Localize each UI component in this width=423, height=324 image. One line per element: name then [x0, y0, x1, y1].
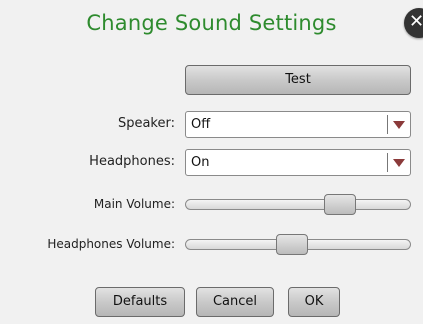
chevron-down-icon	[393, 121, 405, 129]
headphones-volume-label: Headphones Volume:	[47, 237, 175, 251]
defaults-button[interactable]: Defaults	[95, 287, 185, 317]
headphones-volume-slider-handle[interactable]	[276, 234, 308, 255]
close-icon: ✕	[409, 11, 423, 32]
sound-settings-dialog: Change Sound Settings ✕ Test Speaker: Of…	[0, 0, 423, 324]
main-volume-slider[interactable]	[185, 194, 411, 215]
test-button[interactable]: Test	[185, 65, 411, 95]
main-volume-label: Main Volume:	[93, 197, 175, 211]
ok-button[interactable]: OK	[288, 287, 340, 317]
speaker-select[interactable]: Off	[185, 111, 411, 138]
dialog-title: Change Sound Settings	[86, 11, 337, 35]
select-divider	[387, 153, 388, 172]
select-divider	[387, 115, 388, 134]
main-volume-slider-handle[interactable]	[324, 194, 356, 215]
chevron-down-icon	[393, 159, 405, 167]
headphones-volume-slider[interactable]	[185, 234, 411, 255]
speaker-select-value: Off	[191, 117, 211, 132]
speaker-label: Speaker:	[117, 116, 175, 131]
headphones-select-value: On	[191, 155, 210, 170]
headphones-select[interactable]: On	[185, 149, 411, 176]
cancel-button[interactable]: Cancel	[196, 287, 274, 317]
headphones-label: Headphones:	[89, 154, 175, 169]
